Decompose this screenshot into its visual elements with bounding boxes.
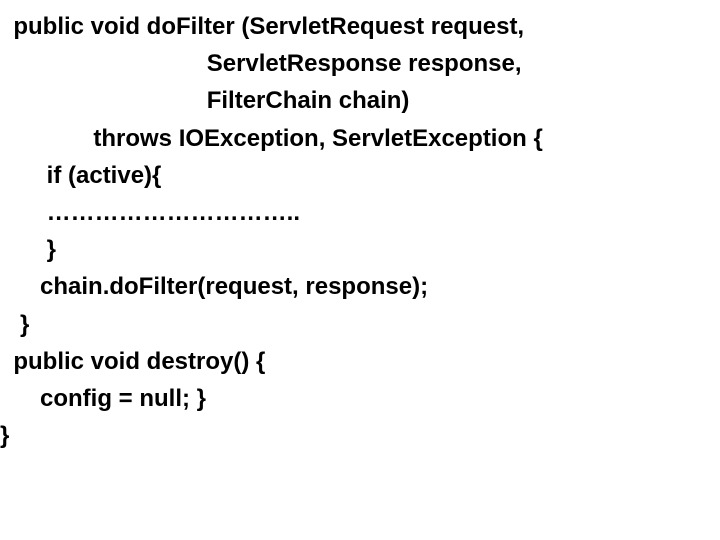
code-line-2: ServletResponse response, (0, 45, 720, 82)
code-line-10: public void destroy() { (0, 343, 720, 380)
code-line-8: chain.doFilter(request, response); (0, 268, 720, 305)
code-line-4: throws IOException, ServletException { (0, 120, 720, 157)
code-line-11: config = null; } (0, 380, 720, 417)
code-line-12: } (0, 417, 720, 454)
code-line-1: public void doFilter (ServletRequest req… (0, 8, 720, 45)
code-line-3: FilterChain chain) (0, 82, 720, 119)
code-line-6: ………………………….. (0, 194, 720, 231)
code-line-7: } (0, 231, 720, 268)
code-line-9: } (0, 306, 720, 343)
code-line-5: if (active){ (0, 157, 720, 194)
